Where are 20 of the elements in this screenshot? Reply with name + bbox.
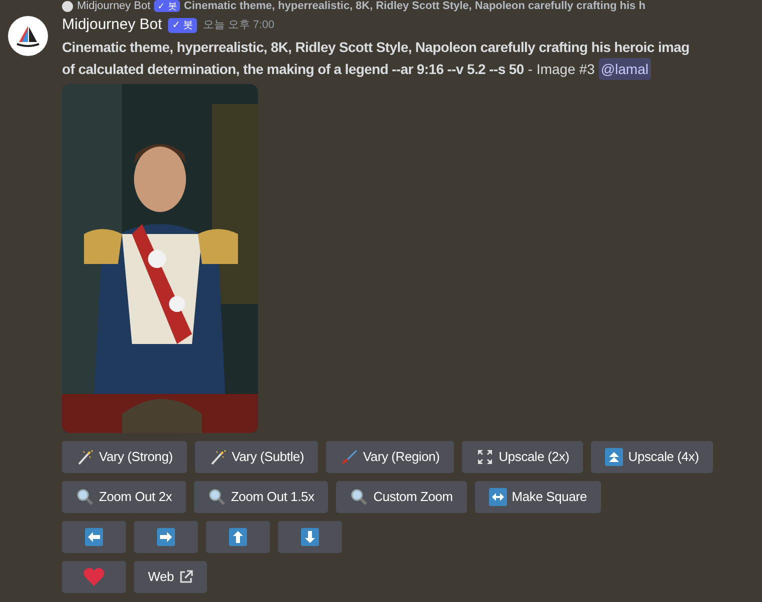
action-button[interactable]: Custom Zoom (336, 481, 467, 513)
action-button[interactable]: Vary (Subtle) (194, 441, 318, 473)
timestamp: 오늘 오후 7:00 (202, 18, 274, 33)
action-button[interactable]: Zoom Out 1.5x (194, 481, 328, 513)
action-button[interactable]: Upscale (2x) (462, 441, 584, 473)
image-number: - Image #3 (528, 60, 595, 79)
reply-author[interactable]: Midjourney Bot (77, 0, 150, 12)
user-mention[interactable]: @lamal (598, 58, 650, 80)
action-button[interactable]: Vary (Strong) (62, 441, 187, 473)
bot-tag: ✓ 봇 (154, 0, 180, 12)
prompt-text: Cinematic theme, hyperrealistic, 8K, Ridley Scott Style, Napoleon carefully crafting his heroic imag (62, 38, 690, 57)
action-button[interactable]: Upscale (4x) (591, 441, 713, 473)
prompt-text: of calculated determination, the making of a legend --ar 9:16 --v 5.2 --s 50 (62, 60, 524, 79)
action-button[interactable]: Vary (Region) (326, 441, 454, 473)
action-button[interactable]: Zoom Out 2x (62, 481, 186, 513)
author-name[interactable]: Midjourney Bot (62, 14, 162, 36)
action-button[interactable]: Web (134, 561, 207, 593)
action-button[interactable]: Make Square (474, 481, 601, 513)
reply-preview-text[interactable]: Cinematic theme, hyperrealistic, 8K, Ridley Scott Style, Napoleon carefully crafting his h (184, 0, 646, 12)
bot-tag: ✓ 봇 (168, 18, 197, 32)
